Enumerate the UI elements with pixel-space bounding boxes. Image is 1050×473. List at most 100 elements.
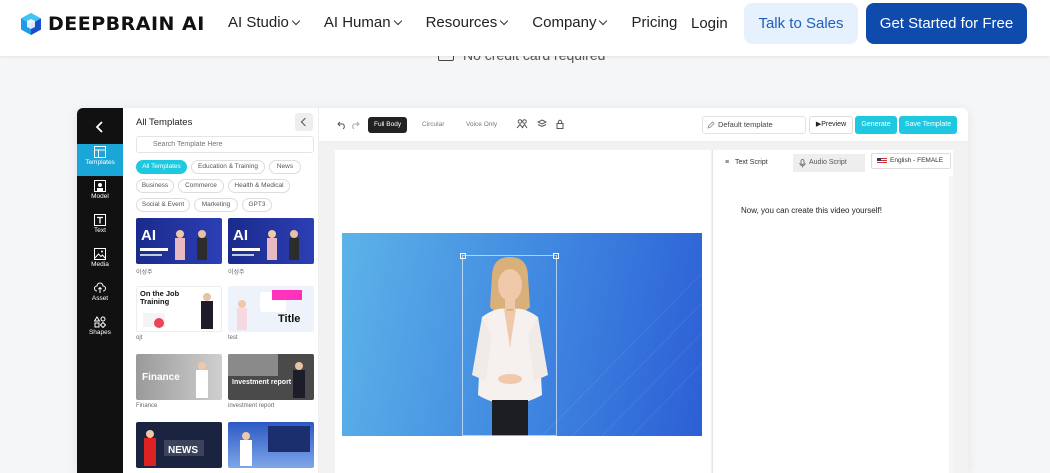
template-card[interactable]: NEWS: [136, 422, 222, 468]
back-arrow-icon[interactable]: [93, 120, 107, 134]
template-name-field[interactable]: Default template: [702, 116, 806, 134]
layout-icon: [94, 146, 106, 158]
thumb-overlay: Finance: [142, 372, 180, 383]
template-caption: test: [228, 335, 238, 341]
rail-label: Media: [91, 261, 109, 268]
chip-news[interactable]: News: [269, 160, 301, 174]
tab-label: Text Script: [735, 159, 768, 166]
editor-toolbar: Full Body Circular Voice Only Default te…: [319, 108, 968, 142]
studio-app-preview: Templates Model Text Media Asset Shapes …: [77, 108, 968, 473]
talk-to-sales-button[interactable]: Talk to Sales: [744, 3, 858, 44]
chip-commerce[interactable]: Commerce: [178, 179, 224, 193]
chip-social-event[interactable]: Social & Event: [136, 198, 190, 212]
left-rail: Templates Model Text Media Asset Shapes: [77, 108, 123, 473]
template-card[interactable]: On the Job Training: [136, 286, 222, 332]
template-thumbnail: AI: [232, 227, 299, 260]
undo-icon[interactable]: [337, 119, 347, 129]
resize-handle[interactable]: [553, 253, 559, 259]
nav-label: AI Studio: [228, 14, 289, 31]
nav-pricing[interactable]: Pricing: [631, 14, 677, 31]
shapes-icon: [94, 316, 106, 328]
thumb-overlay: On the Job Training: [140, 290, 180, 306]
editor-area: Full Body Circular Voice Only Default te…: [319, 108, 968, 473]
template-caption: 이성주: [136, 270, 153, 276]
chip-all-templates[interactable]: All Templates: [136, 160, 187, 174]
nav-label: Company: [532, 14, 597, 31]
main-menu: AI Studio AI Human Resources Company Pri…: [228, 14, 702, 31]
thumb-overlay: AI: [141, 227, 156, 244]
rail-shapes[interactable]: Shapes: [77, 314, 123, 346]
save-template-button[interactable]: Save Template: [899, 116, 957, 134]
person-icon: [94, 180, 106, 192]
template-card[interactable]: Finance: [136, 354, 222, 400]
rail-asset[interactable]: Asset: [77, 280, 123, 312]
nav-resources[interactable]: Resources: [425, 14, 509, 31]
template-thumbnail: Finance: [142, 362, 208, 398]
tab-audio-script[interactable]: Audio Script: [793, 154, 865, 172]
preview-button[interactable]: ▶Preview: [809, 116, 853, 134]
nav-ai-studio[interactable]: AI Studio: [228, 14, 301, 31]
deepbrain-logo-icon: [21, 13, 41, 35]
nav-company[interactable]: Company: [532, 14, 608, 31]
nav-label: Resources: [425, 14, 498, 31]
chip-gpt3[interactable]: GPT3: [242, 198, 272, 212]
template-search-input[interactable]: [136, 136, 314, 153]
pencil-icon: [707, 121, 715, 129]
rail-label: Model: [91, 193, 109, 200]
template-card[interactable]: AI: [136, 218, 222, 264]
people-icon[interactable]: [516, 118, 528, 130]
template-card[interactable]: AI: [228, 218, 314, 264]
rail-label: Asset: [91, 295, 109, 302]
rail-text[interactable]: Text: [77, 212, 123, 244]
template-thumbnail: Title: [237, 290, 302, 330]
mode-full-body[interactable]: Full Body: [368, 117, 408, 133]
template-caption: ojt: [136, 335, 143, 341]
login-link[interactable]: Login: [691, 15, 728, 32]
language-select[interactable]: English - FEMALE: [871, 153, 951, 169]
chevron-down-icon: [599, 16, 608, 25]
mode-voice-only[interactable]: Voice Only: [466, 117, 497, 133]
tab-text-script[interactable]: ≡ Text Script: [719, 154, 789, 172]
rail-model[interactable]: Model: [77, 178, 123, 210]
rail-label: Templates: [85, 159, 115, 166]
generate-button[interactable]: Generate: [855, 116, 897, 134]
template-thumbnail: On the Job Training: [140, 290, 213, 329]
video-stage[interactable]: [342, 233, 702, 436]
brand-logo[interactable]: DEEPBRAIN AI: [20, 12, 205, 36]
template-thumbnail: AI: [140, 227, 207, 260]
template-card[interactable]: [228, 422, 314, 468]
nav-ai-human[interactable]: AI Human: [323, 14, 402, 31]
collapse-panel-button[interactable]: [295, 113, 313, 131]
get-started-button[interactable]: Get Started for Free: [866, 3, 1027, 44]
thumb-overlay: Title: [278, 313, 300, 325]
resize-handle[interactable]: [460, 253, 466, 259]
template-name: Default template: [718, 120, 773, 129]
chevron-down-icon: [393, 16, 402, 25]
chip-health-medical[interactable]: Health & Medical: [228, 179, 290, 193]
lock-icon[interactable]: [555, 119, 565, 129]
rail-templates[interactable]: Templates: [77, 144, 123, 176]
list-icon: ≡: [725, 159, 730, 166]
mode-circular[interactable]: Circular: [422, 117, 444, 133]
chip-marketing[interactable]: Marketing: [194, 198, 238, 212]
image-icon: [94, 248, 106, 260]
template-caption: 이성주: [228, 270, 245, 276]
rail-label: Shapes: [88, 329, 112, 336]
script-textarea[interactable]: Now, you can create this video yourself!: [741, 206, 882, 215]
chevron-down-icon: [500, 16, 509, 25]
chip-education-training[interactable]: Education & Training: [191, 160, 265, 174]
tab-label: Audio Script: [809, 159, 847, 166]
chip-business[interactable]: Business: [136, 179, 174, 193]
template-card[interactable]: Investment report: [228, 354, 314, 400]
layers-icon[interactable]: [537, 119, 547, 129]
script-scrollbar[interactable]: [949, 176, 953, 473]
template-caption: investment report: [228, 403, 275, 409]
template-card[interactable]: Title: [228, 286, 314, 332]
redo-icon[interactable]: [350, 119, 360, 129]
selection-box: [460, 253, 559, 436]
template-thumbnail: NEWS: [144, 430, 204, 466]
templates-panel: All Templates All Templates Education & …: [123, 108, 319, 473]
us-flag-icon: [877, 158, 887, 164]
rail-media[interactable]: Media: [77, 246, 123, 278]
nav-label: AI Human: [323, 14, 391, 31]
